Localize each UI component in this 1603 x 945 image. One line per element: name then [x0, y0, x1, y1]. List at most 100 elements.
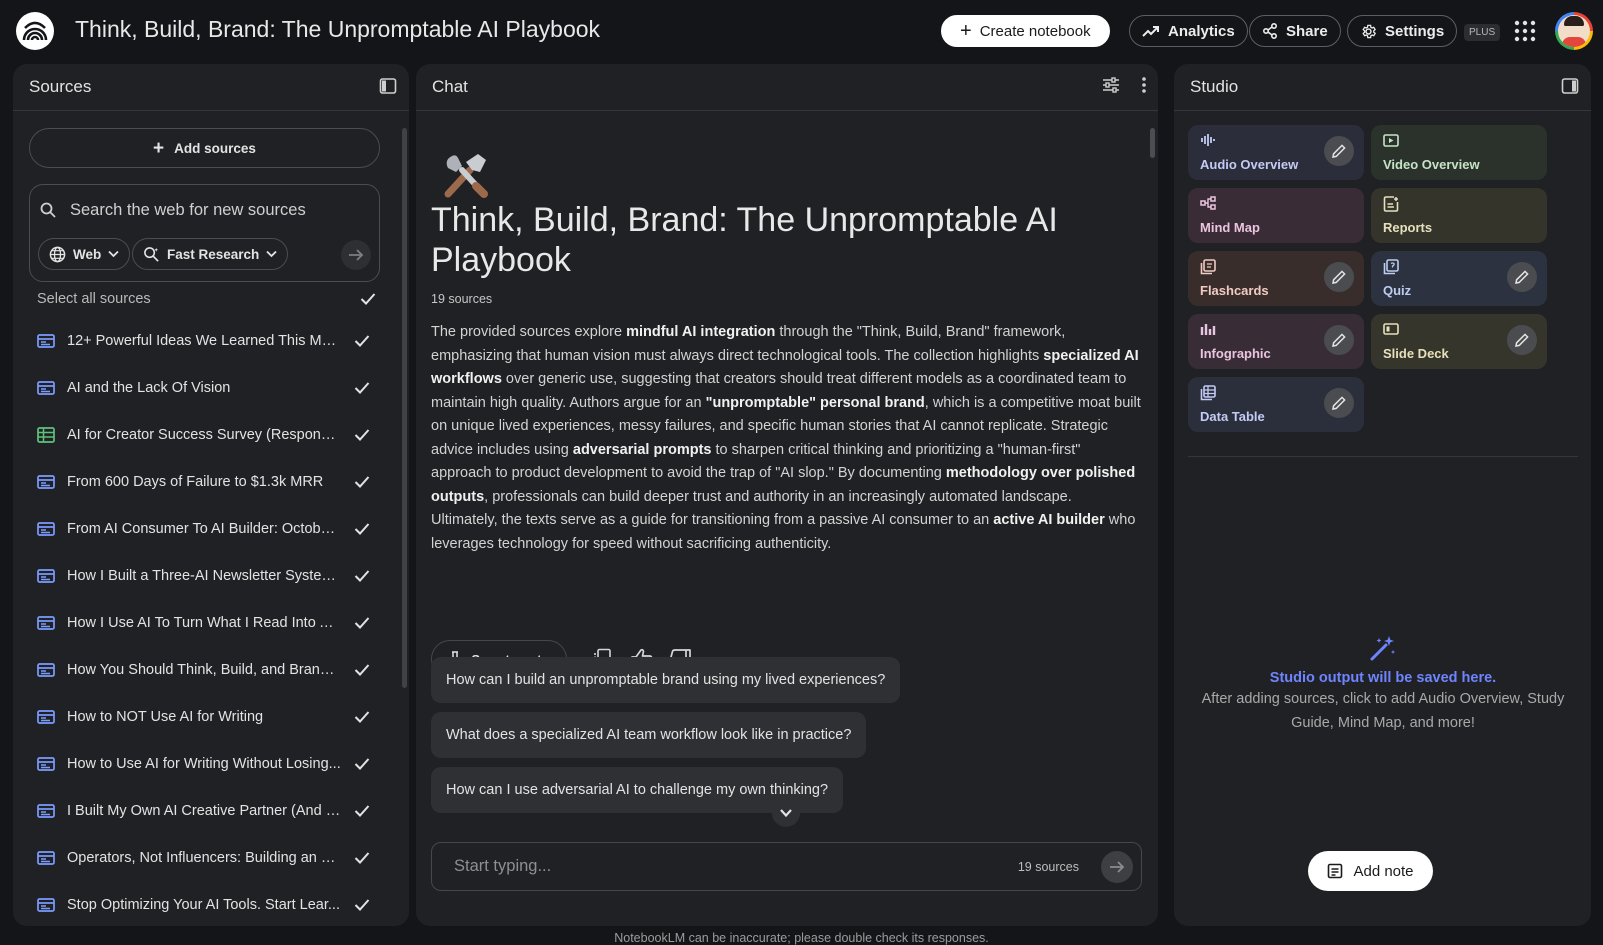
doc-icon [37, 850, 55, 865]
studio-tile-audio-overview[interactable]: Audio Overview [1188, 125, 1364, 180]
share-button[interactable]: Share [1249, 15, 1341, 47]
source-item[interactable]: AI for Creator Success Survey (Response.… [29, 411, 379, 458]
source-item[interactable]: AI and the Lack Of Vision [29, 364, 379, 411]
studio-tile-infographic[interactable]: Infographic [1188, 314, 1364, 369]
studio-tile-label: Slide Deck [1383, 346, 1449, 361]
source-checkbox[interactable] [353, 614, 371, 632]
notebook-title[interactable]: Think, Build, Brand: The Unpromptable AI… [75, 16, 600, 43]
waveform-icon [1200, 133, 1216, 147]
source-item[interactable]: How I Built a Three-AI Newsletter System… [29, 552, 379, 599]
studio-tile-video-overview[interactable]: Video Overview [1371, 125, 1547, 180]
settings-label: Settings [1385, 22, 1445, 40]
source-checkbox[interactable] [353, 473, 371, 491]
edit-pencil-icon[interactable] [1507, 325, 1537, 355]
source-item[interactable]: Operators, Not Influencers: Building an … [29, 834, 379, 881]
notebook-summary: The provided sources explore mindful AI … [431, 321, 1141, 556]
source-item[interactable]: How You Should Think, Build, and Brand .… [29, 646, 379, 693]
source-item[interactable]: I Built My Own AI Creative Partner (And … [29, 787, 379, 834]
studio-tile-quiz[interactable]: Quiz [1371, 251, 1547, 306]
studio-tile-flashcards[interactable]: Flashcards [1188, 251, 1364, 306]
source-item[interactable]: How to Use AI for Writing Without Losing… [29, 740, 379, 787]
source-item-name: How You Should Think, Build, and Brand .… [67, 661, 341, 678]
settings-button[interactable]: Settings [1347, 15, 1458, 47]
source-checkbox[interactable] [353, 661, 371, 679]
suggested-question-1[interactable]: How can I build an unpromptable brand us… [431, 657, 901, 703]
add-note-button[interactable]: Add note [1308, 851, 1433, 891]
source-item[interactable]: From AI Consumer To AI Builder: October.… [29, 505, 379, 552]
source-checkbox[interactable] [353, 802, 371, 820]
chat-input[interactable] [454, 857, 1018, 876]
source-checkbox[interactable] [353, 332, 371, 350]
chat-scrollbar[interactable] [1150, 128, 1155, 158]
edit-pencil-icon[interactable] [1507, 262, 1537, 292]
doc-icon [37, 662, 55, 677]
source-checkbox[interactable] [353, 896, 371, 914]
edit-pencil-icon[interactable] [1324, 262, 1354, 292]
scroll-down-button[interactable] [772, 799, 800, 827]
studio-tile-label: Quiz [1383, 283, 1412, 298]
source-item-name: Operators, Not Influencers: Building an … [67, 849, 341, 866]
collapse-panel-icon[interactable] [1561, 77, 1579, 95]
submit-search-button[interactable] [341, 240, 371, 270]
source-item[interactable]: Stop Optimizing Your AI Tools. Start Lea… [29, 881, 379, 914]
source-item[interactable]: From 600 Days of Failure to $1.3k MRR [29, 458, 379, 505]
avatar[interactable] [1555, 12, 1593, 50]
sources-title: Sources [29, 77, 92, 96]
sources-scrollbar[interactable] [402, 128, 407, 688]
suggested-question-2[interactable]: What does a specialized AI team workflow… [431, 712, 867, 758]
source-checkbox[interactable] [353, 379, 371, 397]
edit-pencil-icon[interactable] [1324, 388, 1354, 418]
studio-tile-mind-map[interactable]: Mind Map [1188, 188, 1364, 243]
source-item[interactable]: 12+ Powerful Ideas We Learned This Mon..… [29, 317, 379, 364]
studio-tile-slide-deck[interactable]: Slide Deck [1371, 314, 1547, 369]
plus-icon: + [153, 137, 165, 159]
source-item-name: AI for Creator Success Survey (Response.… [67, 426, 341, 443]
doc-icon [37, 333, 55, 348]
top-bar: Think, Build, Brand: The Unpromptable AI… [0, 0, 1603, 62]
table-icon [1200, 385, 1216, 401]
add-sources-button[interactable]: + Add sources [29, 128, 380, 168]
collapse-panel-icon[interactable] [379, 77, 397, 95]
doc-icon [37, 803, 55, 818]
create-notebook-button[interactable]: + Create notebook [941, 15, 1110, 47]
source-item-name: How I Use AI To Turn What I Read Into A … [67, 614, 341, 631]
select-all-checkbox[interactable] [359, 290, 377, 308]
more-vert-icon[interactable] [1142, 76, 1146, 94]
source-checkbox[interactable] [353, 708, 371, 726]
tune-settings-icon[interactable] [1102, 76, 1120, 94]
chat-title: Chat [432, 77, 468, 96]
studio-title: Studio [1190, 77, 1239, 96]
research-search-icon [144, 246, 159, 262]
web-chip-label: Web [73, 246, 102, 262]
apps-grid-icon[interactable] [1514, 20, 1536, 42]
web-source-dropdown[interactable]: Web [38, 238, 131, 270]
source-item-name: Stop Optimizing Your AI Tools. Start Lea… [67, 896, 340, 913]
source-checkbox[interactable] [353, 520, 371, 538]
edit-pencil-icon[interactable] [1324, 325, 1354, 355]
source-item[interactable]: How I Use AI To Turn What I Read Into A … [29, 599, 379, 646]
globe-icon [49, 246, 66, 262]
select-all-label: Select all sources [37, 291, 151, 307]
research-mode-dropdown[interactable]: Fast Research [132, 238, 289, 270]
studio-tile-data-table[interactable]: Data Table [1188, 377, 1364, 432]
source-list: 12+ Powerful Ideas We Learned This Mon..… [29, 317, 379, 914]
analytics-button[interactable]: Analytics [1129, 15, 1248, 47]
arrow-right-icon [1110, 860, 1125, 873]
select-all-row[interactable]: Select all sources [37, 286, 377, 312]
source-item[interactable]: How to NOT Use AI for Writing [29, 693, 379, 740]
source-checkbox[interactable] [353, 755, 371, 773]
chat-scroll-area: Think, Build, Brand: The Unpromptable AI… [416, 112, 1158, 828]
source-checkbox[interactable] [353, 426, 371, 444]
notebooklm-logo[interactable] [16, 12, 54, 50]
flashcards-icon [1200, 259, 1216, 275]
studio-tile-reports[interactable]: Reports [1371, 188, 1547, 243]
source-checkbox[interactable] [353, 567, 371, 585]
sources-header: Sources [13, 64, 409, 111]
send-button[interactable] [1101, 850, 1133, 883]
edit-pencil-icon[interactable] [1324, 136, 1354, 166]
web-search-input[interactable] [70, 200, 360, 220]
source-checkbox[interactable] [353, 849, 371, 867]
analytics-label: Analytics [1168, 22, 1235, 40]
summary-text: , professionals can build deeper trust a… [431, 488, 1072, 529]
studio-tile-label: Audio Overview [1200, 157, 1299, 172]
